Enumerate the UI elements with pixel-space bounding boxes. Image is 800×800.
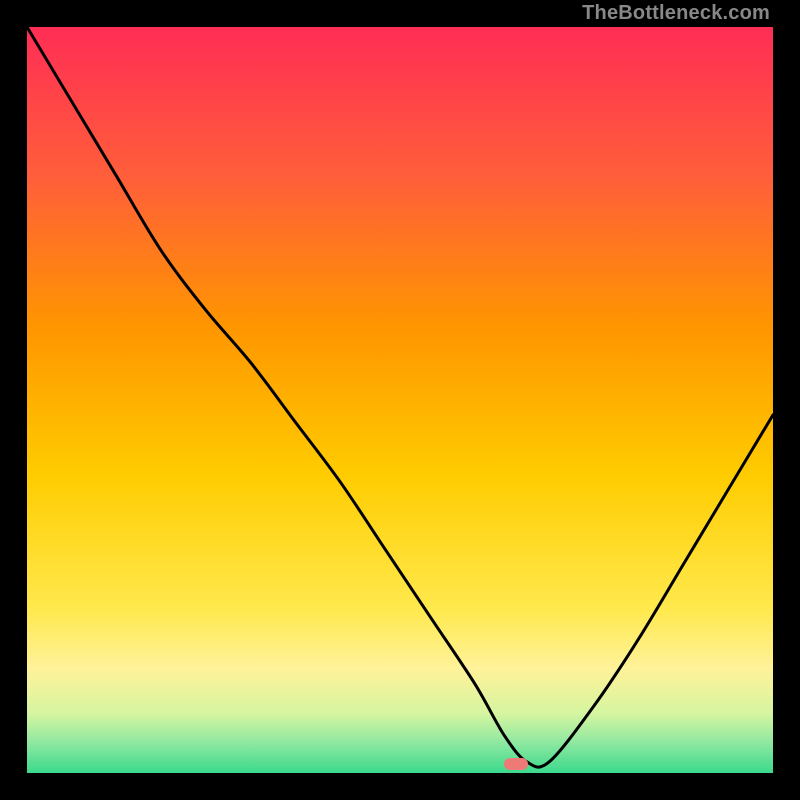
chart-svg [27,27,773,773]
plot-area [27,27,773,773]
chart-background [27,27,773,773]
chart-frame [27,27,773,773]
optimal-marker [504,758,528,770]
attribution-label: TheBottleneck.com [582,2,770,25]
